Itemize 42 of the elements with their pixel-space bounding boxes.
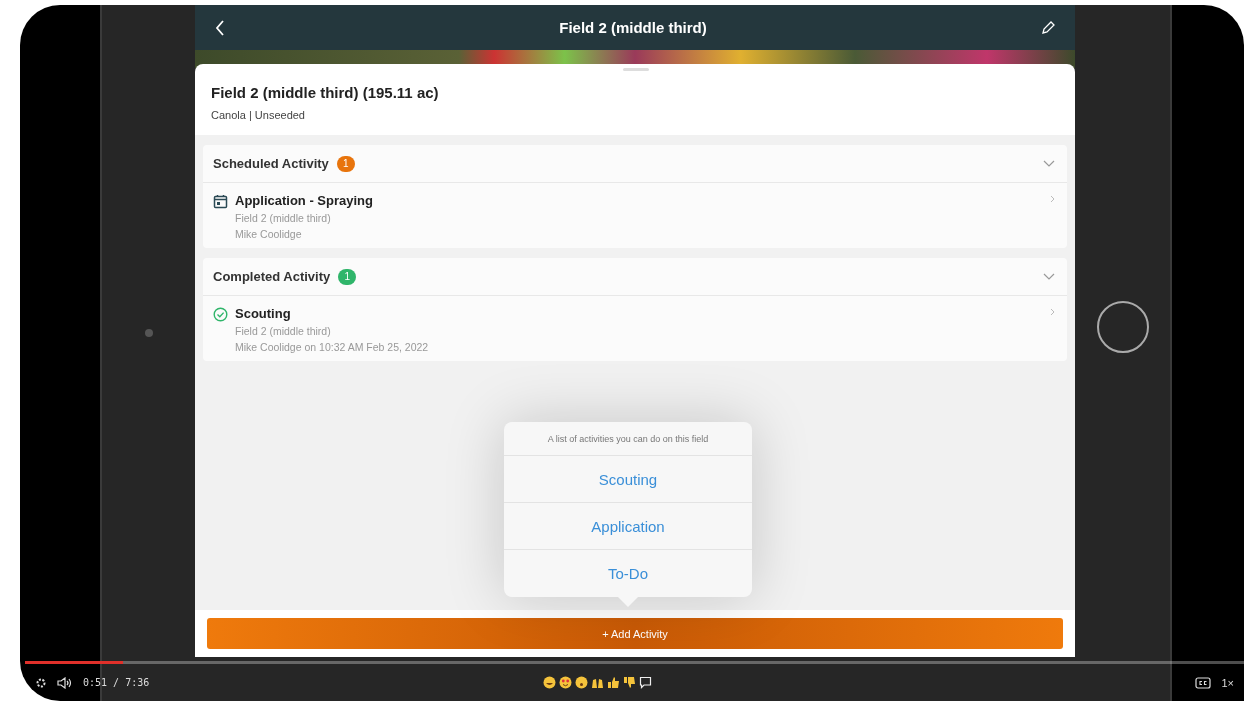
popover-header: A list of activities you can do on this field xyxy=(504,422,752,456)
add-activity-button[interactable]: + Add Activity xyxy=(207,618,1063,649)
activity-item[interactable]: Application - Spraying Field 2 (middle third) Mike Coolidge xyxy=(203,183,1067,248)
video-time: 0:51 / 7:36 xyxy=(83,677,150,688)
activity-detail: Field 2 (middle third) xyxy=(235,325,332,337)
activity-option[interactable]: To-Do xyxy=(504,550,752,597)
back-icon[interactable] xyxy=(215,19,225,36)
playback-speed[interactable]: 1× xyxy=(1221,676,1234,689)
sheet-handle[interactable] xyxy=(623,68,649,71)
activity-title: Application - Spraying xyxy=(235,193,374,208)
chevron-right-icon xyxy=(1050,308,1055,316)
field-subtitle: Canola | Unseeded xyxy=(211,109,306,121)
captions-icon[interactable] xyxy=(1195,676,1212,689)
count-badge: 1 xyxy=(336,155,355,172)
activity-detail: Mike Coolidge on 10:32 AM Feb 25, 2022 xyxy=(235,341,430,353)
activity-option[interactable]: Scouting xyxy=(504,456,752,503)
activity-option[interactable]: Application xyxy=(504,503,752,550)
header-title: Field 2 (middle third) xyxy=(558,19,708,36)
pencil-icon[interactable] xyxy=(1041,20,1055,35)
comment-icon[interactable] xyxy=(639,676,653,689)
field-name: Field 2 (middle third) (195.11 ac) xyxy=(211,84,440,101)
activity-item[interactable]: Scouting Field 2 (middle third) Mike Coolidge on 10:32 AM Feb 25, 2022 xyxy=(203,296,1067,361)
section-title: Scheduled Activity xyxy=(213,156,329,171)
chevron-down-icon[interactable] xyxy=(1043,272,1055,281)
check-circle-icon xyxy=(213,307,228,322)
camera-dot xyxy=(144,329,153,337)
count-badge: 1 xyxy=(338,268,357,285)
volume-icon[interactable] xyxy=(57,676,73,689)
calendar-icon xyxy=(213,194,228,209)
surprised-face-icon[interactable] xyxy=(575,676,589,689)
heart-eyes-face-icon[interactable] xyxy=(559,676,573,689)
section-title: Completed Activity xyxy=(213,269,331,284)
activity-detail: Mike Coolidge xyxy=(235,228,303,240)
activity-detail: Field 2 (middle third) xyxy=(235,212,332,224)
laughing-face-icon[interactable] xyxy=(543,676,557,689)
thumbs-down-icon[interactable] xyxy=(623,676,637,689)
activity-title: Scouting xyxy=(235,306,292,321)
thumbs-up-icon[interactable] xyxy=(607,676,621,689)
home-button[interactable] xyxy=(1096,301,1149,353)
progress-track[interactable] xyxy=(25,661,1244,664)
chevron-down-icon[interactable] xyxy=(1043,159,1055,168)
chevron-right-icon xyxy=(1050,195,1055,203)
